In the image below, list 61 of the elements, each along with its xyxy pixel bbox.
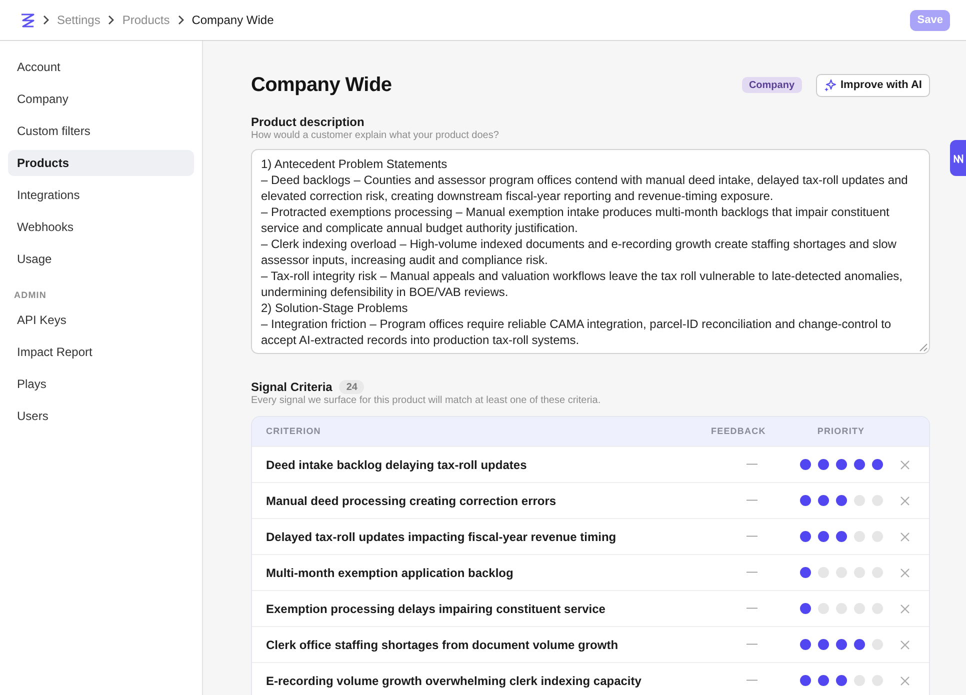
criterion-text: Deed intake backlog delaying tax-roll updates [266, 458, 527, 472]
sidebar-item[interactable]: Company [8, 86, 194, 112]
company-badge: Company [742, 77, 802, 93]
field-hint: How would a customer explain what your product does? [251, 130, 500, 142]
close-icon [900, 460, 910, 470]
sidebar-item[interactable]: Impact Report [8, 339, 194, 365]
criterion-text: Clerk office staffing shortages from document volume growth [266, 638, 618, 652]
priority-rating[interactable] [800, 639, 882, 650]
resize-handle-icon[interactable] [919, 343, 928, 352]
chevron-right-icon [178, 15, 184, 25]
priority-rating[interactable] [800, 495, 882, 506]
feedback-value: — [746, 673, 758, 688]
column-header: PRIORITY [817, 426, 865, 436]
current-page-label: Company Wide [192, 12, 274, 29]
chevron-right-icon [108, 15, 114, 25]
sidebar-item[interactable]: API Keys [8, 307, 194, 333]
sidebar-item[interactable]: Plays [8, 371, 194, 397]
close-icon [900, 676, 910, 686]
sidebar-item[interactable]: Integrations [8, 182, 194, 208]
count-badge: 24 [339, 380, 364, 394]
priority-rating[interactable] [800, 459, 882, 470]
feedback-value: — [746, 637, 758, 652]
improve-with-ai-button[interactable]: Improve with AI [816, 74, 930, 96]
sparkle-icon [824, 78, 836, 92]
close-icon [900, 532, 910, 542]
sidebar-item[interactable]: Account [8, 54, 194, 80]
priority-rating[interactable] [800, 603, 882, 614]
sidebar-item[interactable]: Products [8, 150, 194, 176]
criterion-text: Delayed tax-roll updates impacting fiscal-year revenue timing [266, 530, 616, 544]
feedback-value: — [746, 601, 758, 616]
priority-rating[interactable] [800, 567, 882, 578]
description-field[interactable]: 1) Antecedent Problem Statements – Deed backlogs – Counties and assessor program offices contend with manual deed intake, delayed tax-roll updates and elevated correction risk, creating downstream fiscal-year reporting and revenue-timing exposure. – Protracted exemptions processing – Manual exemption intake produces multi-month backlogs that impair constituent service and complicate annual budget authority justification. – Clerk indexing overload – High-volume indexed documents and e-recording growth create staffing shortages and slow assessor inputs, increasing audit and compliance risk. – Tax-roll integrity risk – Manual appeals and valuation workflows leave the tax roll vulnerable to late-detected anomalies, undermining defensibility in BOE/VAB reviews. 2) Solution-Stage Problems – Integration friction – Program offices require reliable CAMA integration, parcel-ID reconciliation and change-control to accept AI-extracted records into production tax-roll systems. [251, 149, 930, 354]
section-hint: Every signal we surface for this product will match at least one of these criteria. [251, 395, 602, 407]
field-label: Product description [251, 114, 366, 130]
close-icon [900, 568, 910, 578]
logo-icon[interactable] [20, 12, 35, 28]
feedback-value: — [746, 565, 758, 580]
criterion-text: Multi-month exemption application backlog [266, 566, 514, 580]
sidebar-item[interactable]: Custom filters [8, 118, 194, 144]
sidebar-item[interactable]: Webhooks [8, 214, 194, 240]
close-icon [900, 640, 910, 650]
feedback-value: — [746, 493, 758, 508]
page-title: Company Wide [251, 73, 392, 98]
priority-rating[interactable] [800, 531, 882, 542]
section-title: Signal Criteria [251, 379, 332, 395]
close-icon [900, 604, 910, 614]
sidebar-item[interactable]: Usage [8, 246, 194, 272]
section-heading: ADMIN [13, 288, 48, 302]
logo-icon [952, 152, 964, 164]
sidebar-item[interactable]: Users [8, 403, 194, 429]
side-panel-tab[interactable] [950, 140, 966, 176]
criterion-text: Manual deed processing creating correction errors [266, 494, 556, 508]
criterion-text: E-recording volume growth overwhelming clerk indexing capacity [266, 674, 642, 688]
criterion-text: Exemption processing delays impairing constituent service [266, 602, 606, 616]
column-header: FEEDBACK [711, 426, 766, 436]
feedback-value: — [746, 529, 758, 544]
chevron-right-icon [43, 15, 49, 25]
close-icon [900, 496, 910, 506]
priority-rating[interactable] [800, 675, 882, 686]
column-header: CRITERION [266, 426, 321, 436]
feedback-value: — [746, 457, 758, 472]
